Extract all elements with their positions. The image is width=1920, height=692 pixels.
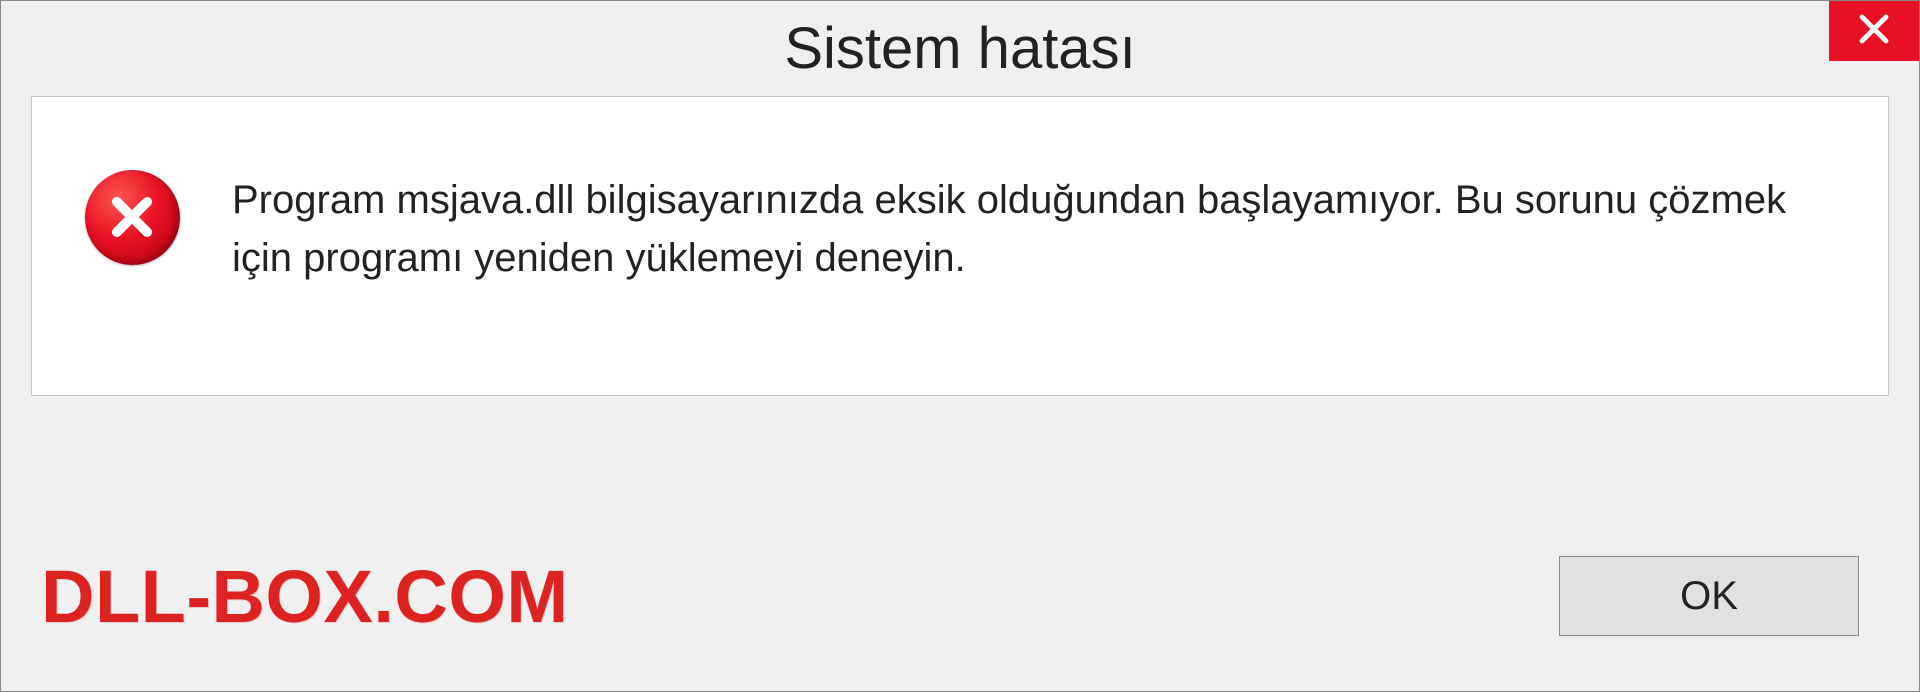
dialog-title: Sistem hatası [784,15,1135,82]
ok-button[interactable]: OK [1559,556,1859,636]
titlebar: Sistem hatası [1,1,1919,96]
close-icon [1856,11,1892,52]
error-icon [82,167,182,267]
watermark-text: DLL-BOX.COM [41,554,569,639]
dialog-footer: DLL-BOX.COM OK [1,501,1919,691]
error-dialog: Sistem hatası Program msjava.dll bilgisa… [0,0,1920,692]
error-message: Program msjava.dll bilgisayarınızda eksi… [232,167,1828,287]
ok-button-label: OK [1680,574,1738,619]
close-button[interactable] [1829,1,1919,61]
content-panel: Program msjava.dll bilgisayarınızda eksi… [31,96,1889,396]
